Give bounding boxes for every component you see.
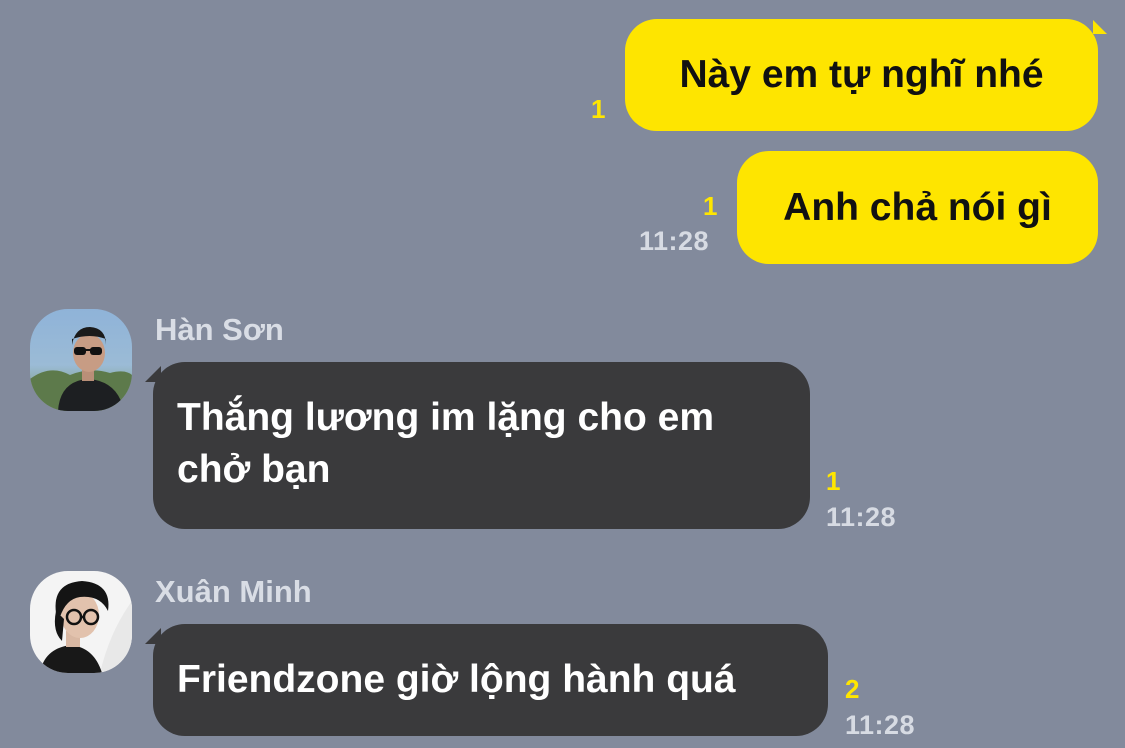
message-time: 11:28 — [826, 502, 897, 532]
message-time: 11:28 — [639, 226, 710, 256]
message-bubble[interactable]: Này em tự nghĩ nhé — [625, 19, 1098, 131]
message-time: 11:28 — [845, 710, 916, 740]
bubble-tail — [1093, 20, 1107, 34]
user-avatar-icon[interactable] — [30, 571, 132, 673]
user-avatar-icon[interactable] — [30, 309, 132, 411]
unread-count: 1 — [826, 466, 841, 496]
message-bubble[interactable]: Anh chả nói gì — [737, 151, 1098, 264]
unread-count: 2 — [845, 674, 860, 704]
sender-name: Xuân Minh — [155, 574, 312, 609]
sender-name: Hàn Sơn — [155, 312, 284, 347]
message-bubble[interactable]: Friendzone giờ lộng hành quá — [153, 624, 828, 736]
unread-count: 1 — [591, 94, 606, 124]
unread-count: 1 — [703, 191, 718, 221]
message-bubble[interactable]: Thắng lương im lặng cho em chở bạn — [153, 362, 810, 529]
chat-message-list[interactable]: 1 Này em tự nghĩ nhé 1 11:28 Anh chả nói… — [0, 0, 1125, 748]
